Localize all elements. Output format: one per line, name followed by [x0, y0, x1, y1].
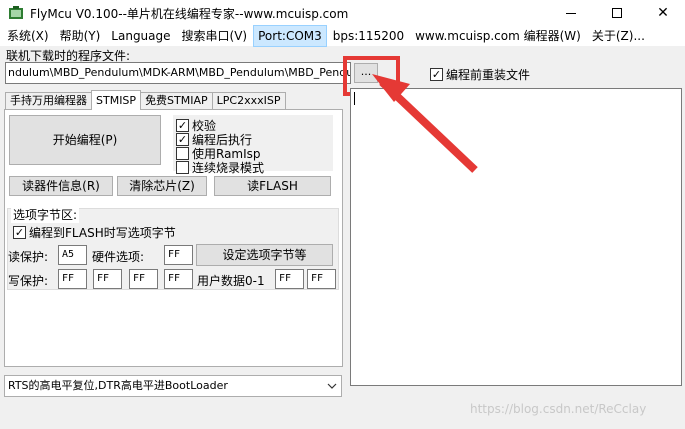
- checkbox-checked-icon: ✓: [176, 133, 189, 146]
- minimize-button[interactable]: [548, 0, 594, 26]
- write-protect-field-4[interactable]: FF: [164, 269, 193, 289]
- minimize-icon: [566, 12, 576, 14]
- write-protect-field-2[interactable]: FF: [93, 269, 122, 289]
- set-option-bytes-button[interactable]: 设定选项字节等: [196, 244, 333, 266]
- option-bytes-title: 选项字节区:: [11, 206, 80, 223]
- write-option-bytes-label: 编程到FLASH时写选项字节: [29, 226, 176, 240]
- flymcu-app-icon: [9, 6, 23, 19]
- tab-stmisp[interactable]: STMISP: [91, 90, 142, 110]
- program-options-list: ✓ 校验 ✓ 编程后执行 使用RamIsp 连续烧录模式: [173, 115, 333, 175]
- boot-mode-value: RTS的高电平复位,DTR高电平进BootLoader: [8, 379, 228, 392]
- log-output-area[interactable]: [350, 88, 682, 386]
- menu-about[interactable]: 关于(Z)...: [588, 26, 649, 46]
- stmisp-panel: 开始编程(P) ✓ 校验 ✓ 编程后执行 使用RamIsp 连续烧录模式 读器件…: [4, 109, 343, 367]
- tab-strip: 手持万用编程器 STMISP 免费STMIAP LPC2xxxISP: [5, 90, 286, 110]
- hardware-option-field[interactable]: FF: [164, 245, 193, 265]
- menu-help[interactable]: 帮助(Y): [56, 26, 105, 46]
- menu-baudrate[interactable]: bps:115200: [329, 26, 408, 46]
- reload-before-program-label: 编程前重装文件: [446, 68, 531, 82]
- checkbox-checked-icon: ✓: [176, 119, 189, 132]
- menu-programmer[interactable]: www.mcuisp.com 编程器(W): [411, 26, 585, 46]
- write-protect-label: 写保护:: [8, 274, 49, 288]
- window-title: FlyMcu V0.100--单片机在线编程专家--www.mcuisp.com: [30, 7, 349, 21]
- close-button[interactable]: ✕: [640, 0, 685, 26]
- checkbox-checked-icon: ✓: [430, 68, 443, 81]
- start-program-button[interactable]: 开始编程(P): [9, 115, 161, 165]
- write-option-bytes-checkbox[interactable]: ✓ 编程到FLASH时写选项字节: [13, 224, 176, 241]
- read-flash-button[interactable]: 读FLASH: [214, 176, 331, 196]
- maximize-button[interactable]: [594, 0, 640, 26]
- text-caret: [354, 92, 355, 105]
- menu-language[interactable]: Language: [107, 26, 174, 46]
- tab-handheld-programmer[interactable]: 手持万用编程器: [5, 92, 92, 110]
- tab-free-stmiap[interactable]: 免费STMIAP: [140, 92, 213, 110]
- maximize-icon: [612, 8, 622, 18]
- menu-bar: 系统(X) 帮助(Y) Language 搜索串口(V) Port:COM3 b…: [0, 25, 685, 47]
- menu-system[interactable]: 系统(X): [3, 26, 53, 46]
- read-device-info-button[interactable]: 读器件信息(R): [9, 176, 113, 196]
- checkbox-unchecked-icon: [176, 147, 189, 160]
- menu-port[interactable]: Port:COM3: [253, 25, 327, 47]
- write-protect-field-3[interactable]: FF: [129, 269, 158, 289]
- erase-chip-button[interactable]: 清除芯片(Z): [117, 176, 207, 196]
- write-protect-field-1[interactable]: FF: [58, 269, 87, 289]
- user-data-label: 用户数据0-1: [197, 274, 265, 288]
- continuous-burn-checkbox[interactable]: 连续烧录模式: [176, 161, 265, 175]
- watermark: https://blog.csdn.net/ReCclay: [470, 402, 647, 416]
- chevron-down-icon: [323, 376, 341, 396]
- user-data-field-0[interactable]: FF: [275, 269, 304, 289]
- close-icon: ✕: [657, 5, 669, 21]
- read-protect-field[interactable]: A5: [58, 245, 87, 265]
- menu-search-port[interactable]: 搜索串口(V): [178, 26, 252, 46]
- hardware-option-label: 硬件选项:: [92, 250, 145, 264]
- read-protect-label: 读保护:: [8, 250, 49, 264]
- program-file-input[interactable]: ndulum\MBD_Pendulum\MDK-ARM\MBD_Pendulum…: [5, 62, 351, 84]
- title-bar: FlyMcu V0.100--单片机在线编程专家--www.mcuisp.com…: [0, 0, 685, 26]
- continuous-burn-label: 连续烧录模式: [192, 161, 265, 175]
- boot-mode-select[interactable]: RTS的高电平复位,DTR高电平进BootLoader: [4, 375, 342, 397]
- user-data-field-1[interactable]: FF: [307, 269, 336, 289]
- checkbox-checked-icon: ✓: [13, 226, 26, 239]
- checkbox-unchecked-icon: [176, 161, 189, 174]
- reload-before-program-checkbox[interactable]: ✓ 编程前重装文件: [430, 66, 530, 83]
- tab-lpc2xxxisp[interactable]: LPC2xxxISP: [211, 92, 286, 110]
